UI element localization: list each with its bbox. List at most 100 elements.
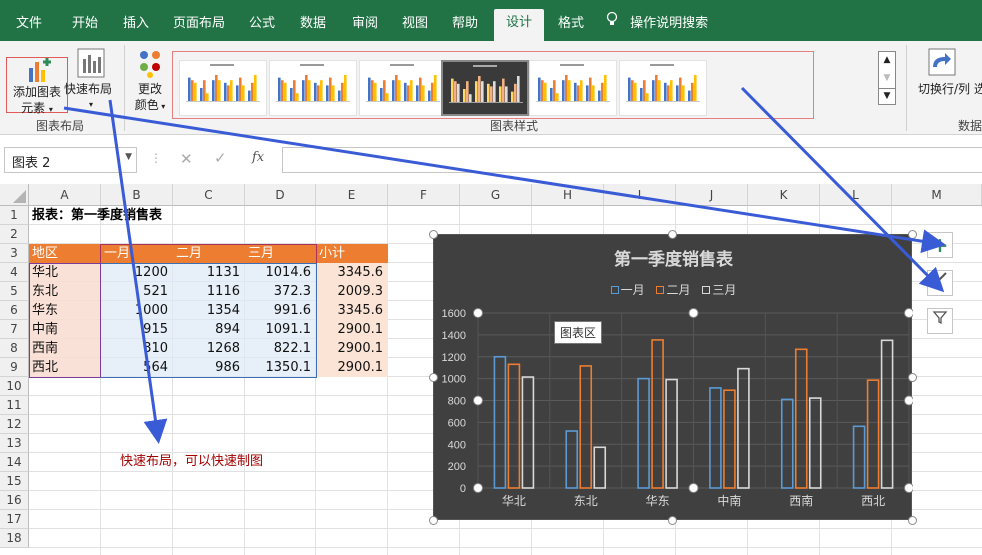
plot-area-handle bbox=[904, 483, 913, 493]
thumbnail-bar bbox=[212, 80, 215, 101]
column-header[interactable]: D bbox=[245, 184, 316, 206]
value-cell[interactable]: 2900.1 bbox=[316, 320, 386, 339]
gallery-scroll[interactable]: ▲ ▼ ▼ bbox=[878, 51, 896, 105]
tab-help[interactable]: 帮助 bbox=[442, 10, 488, 41]
header-cell[interactable]: 地区 bbox=[29, 244, 101, 263]
chart-resize-handle[interactable] bbox=[428, 515, 438, 525]
row-header[interactable]: 8 bbox=[0, 339, 29, 358]
chart-style-thumbnail[interactable] bbox=[179, 60, 267, 116]
column-header[interactable]: M bbox=[892, 184, 982, 206]
chart-style-thumbnail[interactable] bbox=[359, 60, 447, 116]
chart-style-thumbnail[interactable] bbox=[269, 60, 357, 116]
row-header[interactable]: 13 bbox=[0, 434, 29, 453]
row-header[interactable]: 15 bbox=[0, 472, 29, 491]
tab-home[interactable]: 开始 bbox=[60, 10, 110, 41]
select-all-corner[interactable] bbox=[0, 184, 29, 206]
row-header[interactable]: 17 bbox=[0, 510, 29, 529]
tab-format[interactable]: 格式 bbox=[548, 10, 594, 41]
thumbnail-bar bbox=[281, 80, 284, 101]
tab-formulas[interactable]: 公式 bbox=[240, 10, 284, 41]
row-header[interactable]: 12 bbox=[0, 415, 29, 434]
value-cell[interactable]: 3345.6 bbox=[316, 263, 386, 282]
tab-view[interactable]: 视图 bbox=[392, 10, 438, 41]
row-header[interactable]: 9 bbox=[0, 358, 29, 377]
thumbnail-title-line bbox=[210, 64, 234, 66]
tell-me-search[interactable]: 操作说明搜索 bbox=[606, 10, 716, 41]
bar-2-5 bbox=[866, 379, 880, 489]
column-header[interactable]: E bbox=[316, 184, 388, 206]
chart-filters-button[interactable] bbox=[927, 308, 953, 334]
column-header[interactable]: I bbox=[604, 184, 676, 206]
chevron-down-icon[interactable]: ▼ bbox=[125, 152, 132, 162]
column-header[interactable]: J bbox=[676, 184, 748, 206]
row-header[interactable]: 6 bbox=[0, 301, 29, 320]
tab-data[interactable]: 数据 bbox=[290, 10, 336, 41]
chart-resize-handle[interactable] bbox=[668, 515, 677, 525]
chart-style-thumbnail[interactable] bbox=[619, 60, 707, 116]
row-header[interactable]: 10 bbox=[0, 377, 29, 396]
column-header[interactable]: B bbox=[101, 184, 173, 206]
gallery-up-icon[interactable]: ▲ bbox=[879, 52, 895, 70]
add-chart-element-button[interactable]: 添加图表 元素 ▾ bbox=[6, 57, 68, 115]
header-cell[interactable]: 小计 bbox=[316, 244, 388, 263]
quick-layout-label: 快速布局 bbox=[64, 82, 113, 96]
gallery-down-icon[interactable]: ▼ bbox=[879, 70, 895, 88]
y-tick-label: 400 bbox=[448, 439, 466, 451]
name-box[interactable]: 图表 2 ▼ bbox=[4, 147, 137, 173]
chart-styles-button[interactable] bbox=[927, 270, 953, 296]
chart-resize-handle[interactable] bbox=[668, 229, 677, 239]
row-header[interactable]: 16 bbox=[0, 491, 29, 510]
row-header[interactable]: 7 bbox=[0, 320, 29, 339]
column-header[interactable]: G bbox=[460, 184, 532, 206]
quick-layout-button[interactable]: 快速布局 ▾ bbox=[64, 47, 112, 115]
row-header[interactable]: 18 bbox=[0, 529, 29, 548]
chart-resize-handle[interactable] bbox=[907, 372, 917, 382]
row-header[interactable]: 11 bbox=[0, 396, 29, 415]
row-header[interactable]: 2 bbox=[0, 225, 29, 244]
value-cell[interactable]: 2900.1 bbox=[316, 339, 386, 358]
tab-file[interactable]: 文件 bbox=[6, 10, 52, 41]
sheet-title-cell[interactable]: 报表：第一季度销售表 bbox=[29, 206, 249, 225]
tab-review[interactable]: 审阅 bbox=[342, 10, 388, 41]
chart-style-thumbnail[interactable] bbox=[441, 60, 529, 116]
row-header[interactable]: 1 bbox=[0, 206, 29, 225]
row-header[interactable]: 4 bbox=[0, 263, 29, 282]
thumbnail-bar bbox=[416, 85, 419, 101]
column-header[interactable]: A bbox=[29, 184, 101, 206]
row-header[interactable]: 3 bbox=[0, 244, 29, 263]
thumbnail-bar bbox=[227, 85, 230, 101]
change-colors-button[interactable]: 更改 颜色 ▾ bbox=[130, 47, 170, 115]
cancel-icon[interactable]: ✕ bbox=[180, 150, 193, 168]
chart-resize-handle[interactable] bbox=[907, 515, 917, 525]
column-header[interactable]: K bbox=[748, 184, 820, 206]
tab-insert[interactable]: 插入 bbox=[112, 10, 160, 41]
column-header[interactable]: H bbox=[532, 184, 604, 206]
column-header[interactable]: F bbox=[388, 184, 460, 206]
chart-elements-button[interactable]: + bbox=[927, 232, 953, 258]
bar-2-3 bbox=[723, 389, 736, 489]
chart-area[interactable]: 第一季度销售表 一月 二月 三月 0 200 400 600 800 1000 1200 14… bbox=[433, 234, 913, 521]
drag-handle-icon[interactable]: ⋮ bbox=[150, 151, 162, 165]
plot-area[interactable]: 0 200 400 600 800 1000 1200 1400 1600 华北 东北 华东 中南 西南 西… bbox=[434, 235, 913, 521]
tab-design[interactable]: 设计 bbox=[494, 9, 544, 41]
value-cell[interactable]: 2009.3 bbox=[316, 282, 386, 301]
bar-3-3 bbox=[737, 367, 750, 489]
switch-row-column-button[interactable]: 切换行/列 选 bbox=[912, 47, 982, 107]
value-cell[interactable]: 3345.6 bbox=[316, 301, 386, 320]
insert-function-icon[interactable]: fx bbox=[252, 150, 264, 165]
row-header[interactable]: 5 bbox=[0, 282, 29, 301]
chart-style-thumbnail[interactable] bbox=[529, 60, 617, 116]
thumbnail-bar bbox=[682, 85, 685, 101]
formula-input[interactable] bbox=[282, 147, 982, 173]
row-header[interactable]: 14 bbox=[0, 453, 29, 472]
tab-page-layout[interactable]: 页面布局 bbox=[163, 10, 235, 41]
column-header[interactable]: C bbox=[173, 184, 245, 206]
enter-icon[interactable]: ✓ bbox=[214, 149, 227, 167]
value-cell[interactable]: 2900.1 bbox=[316, 358, 386, 377]
chart-resize-handle[interactable] bbox=[907, 229, 917, 239]
gallery-more-icon[interactable]: ▼ bbox=[879, 88, 895, 104]
column-header[interactable]: L bbox=[820, 184, 892, 206]
chart-resize-handle[interactable] bbox=[428, 372, 438, 382]
thumbnail-bar bbox=[284, 82, 287, 101]
chart-resize-handle[interactable] bbox=[428, 229, 438, 239]
